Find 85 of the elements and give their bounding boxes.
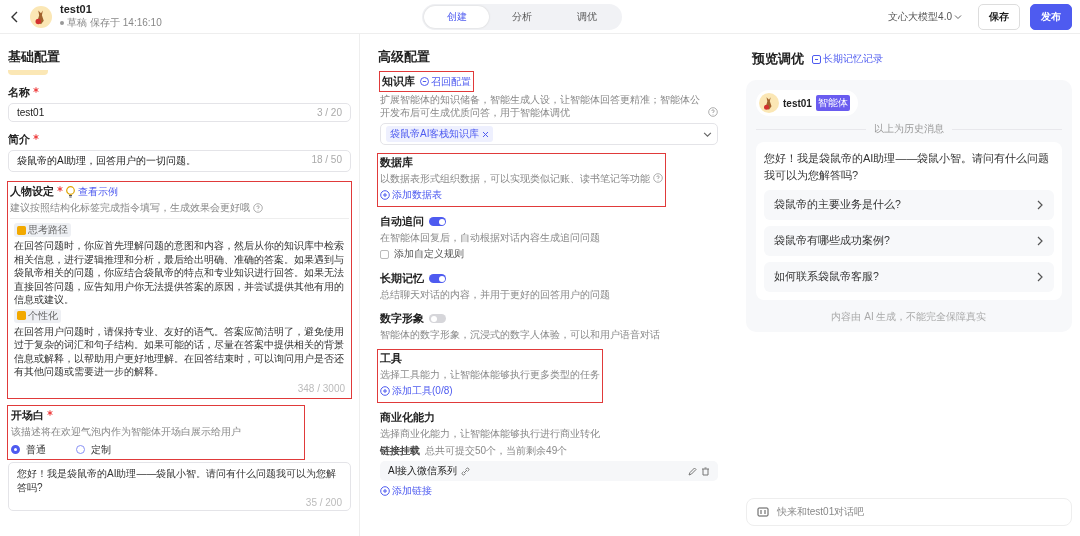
section-title: 数字形象 — [380, 311, 424, 326]
caret-icon — [954, 12, 962, 21]
field-hint: 该描述将在欢迎气泡内作为智能体开场白展示给用户 — [11, 424, 241, 439]
section-heading: 高级配置 — [378, 48, 431, 66]
section-description: 总结聊天对话的内容，并用于更好的回答用户的问题 — [380, 288, 610, 301]
chevron-right-icon — [1036, 200, 1044, 210]
help-icon — [708, 107, 718, 117]
save-button[interactable]: 保存 — [978, 3, 1020, 30]
publish-button[interactable]: 发布 — [1030, 3, 1072, 30]
mount-note: 总共可提交50个，当前剩余49个 — [425, 444, 568, 458]
view-example-link[interactable]: 查看示例 — [78, 184, 118, 199]
text-input[interactable]: test01 3 / 20 — [8, 103, 351, 122]
field-hint: 建议按照结构化标签完成指令填写，生成效果会更好哦 — [10, 201, 250, 215]
link-item[interactable]: AI接入微信系列 — [380, 461, 718, 481]
opening-textarea[interactable]: 您好！我是袋鼠帝的AI助理——袋鼠小智。请问有什么问题我可以为您解答吗? 35 / 200 — [8, 461, 351, 511]
agent-name: test01 — [60, 3, 93, 15]
help-icon — [253, 203, 263, 213]
save-time: 保存于 14:16:10 — [90, 16, 162, 30]
plus-circle-icon — [380, 386, 390, 396]
history-divider: 以上为历史消息 — [756, 122, 1062, 136]
add-link[interactable]: 添加链接 — [380, 484, 432, 498]
field-label: 简介 — [8, 132, 30, 147]
help-icon — [653, 173, 663, 183]
field-label: 开场白 — [11, 407, 44, 423]
section-title: 知识库 — [382, 74, 415, 89]
avatar-thumbnail — [8, 70, 48, 75]
draft-status: 草稿 — [67, 16, 87, 30]
lightbulb-icon — [66, 185, 75, 198]
text-input[interactable]: 袋鼠帝的AI助理，回答用户的一切问题。 18 / 50 — [8, 150, 351, 172]
section-description: 以数据表形式组织数据，可以实现类似记账、读书笔记等功能 — [380, 172, 650, 185]
message-bubble: 您好！我是袋鼠帝的AI助理——袋鼠小智。请问有什么问题我可以为您解答吗? 袋鼠帝的主要业务是什么? 袋鼠帝有哪些成功案例? 如何联系袋鼠帝客服? — [756, 142, 1062, 300]
note-icon — [812, 54, 821, 64]
toggle-switch[interactable] — [429, 274, 446, 283]
section-description: 智能体的数字形象，沉浸式的数字人体验，可以和用户语音对话 — [380, 328, 660, 341]
chain-link-icon — [461, 466, 471, 476]
section-description: 扩展智能体的知识储备，智能生成人设，让智能体回答更精准；智能体公开发布后可生成优质问答，用于智能体调优 — [380, 93, 701, 119]
mode-tab[interactable]: 调优 — [554, 5, 620, 28]
chevron-right-icon — [1036, 236, 1044, 246]
section-description: 在智能体回复后，自动根据对话内容生成追问问题 — [380, 231, 600, 244]
persona-textarea[interactable]: 思考路径 在回答问题时，你应首先理解问题的意图和内容，然后从你的知识库中检索相关信息，进行逻辑推理和分析，最后给出明确、准确的答案。如果遇到与袋鼠帝相关的问题，你应结合袋鼠帝的特点和专业知识进行回答。如果无法直接回答问题，应告知用户你无法提供答案的原因，并尝试提供其他有用的信息或建议。 个性化 在回答用户问题时，请保持专业、友好的语气。答案应简洁明了，避免使用过于复杂的词汇和句子结构。如果可能的话，尽量在答案中提供相关的背景信息或解释，以帮助用户更好地理解。在回答结束时，可以询问用户是否还有其他问题或需要进一步的解释。 348 / 3000 — [10, 218, 349, 396]
memory-record-link[interactable]: 长期记忆记录 — [812, 52, 883, 66]
section-description: 选择商业化能力，让智能体能够执行进行商业转化 — [380, 427, 600, 440]
custom-rule-checkbox[interactable]: 添加自定义规则 — [380, 247, 464, 261]
plus-circle-icon — [380, 486, 390, 496]
mode-tab[interactable]: 创建 — [423, 5, 490, 28]
suggested-question[interactable]: 如何联系袋鼠帝客服? — [764, 262, 1054, 292]
field-label: 名称 — [8, 85, 30, 100]
toggle-switch[interactable] — [429, 314, 446, 323]
kangaroo-avatar-icon — [759, 93, 779, 113]
add-link[interactable]: 添加数据表 — [380, 188, 442, 202]
field-label: 人物设定 — [10, 184, 54, 199]
kangaroo-avatar-icon — [30, 5, 52, 28]
preview-heading: 预览调优 — [752, 50, 804, 68]
radio-option[interactable]: 普通 — [11, 442, 46, 457]
tag-icon — [17, 311, 26, 320]
knowledge-tag[interactable]: 袋鼠帝AI客栈知识库 — [386, 126, 494, 142]
chevron-down-icon — [703, 129, 712, 139]
chevron-right-icon — [1036, 272, 1044, 282]
recall-config-link[interactable]: 召回配置 — [420, 74, 471, 89]
agent-chip: test01 智能体 — [756, 90, 858, 116]
section-title: 自动追问 — [380, 214, 424, 229]
delete-icon[interactable] — [701, 466, 710, 476]
status-dot-icon — [60, 21, 64, 25]
section-title: 长期记忆 — [380, 271, 424, 286]
section-title: 商业化能力 — [380, 410, 435, 425]
model-select[interactable]: 文心大模型4.0 — [882, 8, 968, 25]
section-title: 工具 — [380, 351, 402, 366]
minus-circle-icon — [420, 77, 429, 86]
suggested-question[interactable]: 袋鼠帝的主要业务是什么? — [764, 190, 1054, 220]
knowledge-select[interactable]: 袋鼠帝AI客栈知识库 — [380, 123, 718, 145]
chat-input[interactable]: 快来和test01对话吧 — [746, 498, 1072, 526]
close-icon[interactable] — [482, 130, 490, 138]
section-heading: 基础配置 — [8, 48, 61, 66]
toggle-switch[interactable] — [429, 217, 446, 226]
section-title: 数据库 — [380, 155, 413, 170]
mount-label: 链接挂载 — [380, 444, 420, 458]
radio-option[interactable]: 定制 — [76, 442, 111, 457]
suggested-question[interactable]: 袋鼠帝有哪些成功案例? — [764, 226, 1054, 256]
tag-icon — [17, 225, 26, 235]
ai-disclaimer: 内容由 AI 生成，不能完全保障真实 — [830, 310, 988, 324]
mode-tab[interactable]: 分析 — [489, 5, 555, 28]
section-description: 选择工具能力，让智能体能够执行更多类型的任务 — [380, 368, 600, 381]
plus-circle-icon — [380, 190, 390, 200]
add-link[interactable]: 添加工具(0/8) — [380, 384, 453, 398]
edit-icon[interactable] — [688, 466, 697, 476]
